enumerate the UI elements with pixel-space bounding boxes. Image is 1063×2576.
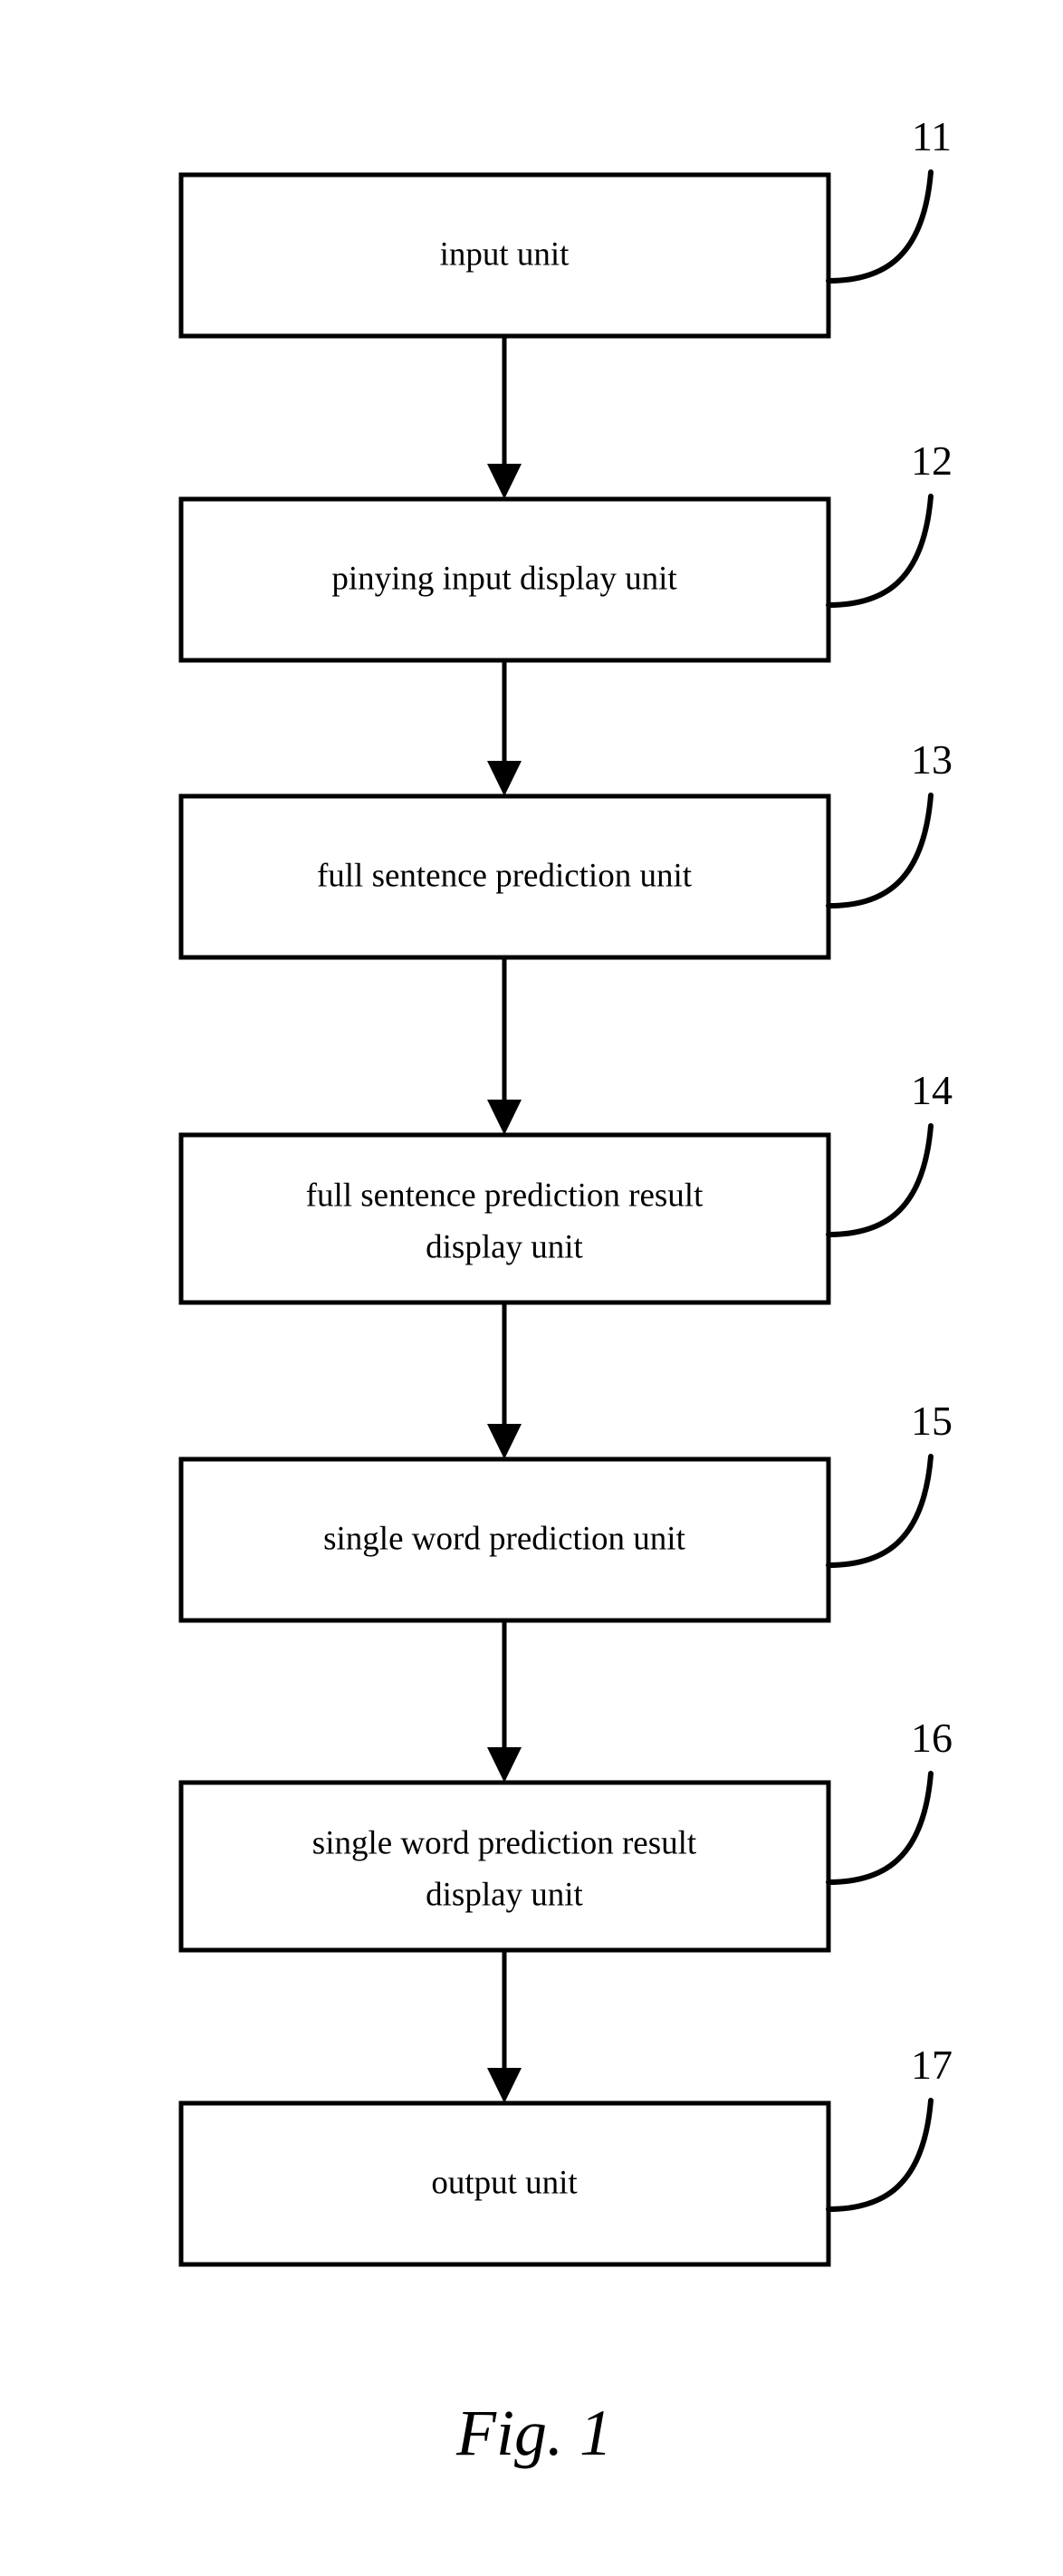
connector-13-to-14-arrowhead bbox=[487, 1100, 522, 1135]
block-14-leader-line bbox=[826, 1123, 934, 1237]
block-14-label-line1: full sentence prediction result bbox=[306, 1177, 704, 1214]
block-15: single word prediction unit 15 bbox=[178, 1398, 953, 1623]
block-16-leader-line bbox=[826, 1771, 934, 1885]
block-13: full sentence prediction unit 13 bbox=[178, 736, 953, 960]
block-11-leader-line bbox=[826, 169, 934, 284]
patent-figure-canvas: input unit 11 pinying input display unit… bbox=[178, 113, 953, 2469]
block-17-label-line1: output unit bbox=[431, 2164, 578, 2201]
block-15-ref-number: 15 bbox=[911, 1398, 953, 1444]
block-12-label-line1: pinying input display unit bbox=[331, 560, 677, 597]
connector-15-to-16 bbox=[487, 1620, 522, 1783]
block-14-box bbox=[178, 1132, 831, 1305]
block-14-label-line2: display unit bbox=[426, 1228, 583, 1265]
block-16-ref-number: 16 bbox=[911, 1715, 953, 1761]
block-12-leader-line bbox=[826, 494, 934, 608]
block-14: full sentence prediction result display … bbox=[178, 1067, 953, 1305]
block-15-leader-line bbox=[826, 1454, 934, 1568]
connector-15-to-16-arrowhead bbox=[487, 1747, 522, 1783]
block-11-label-line1: input unit bbox=[440, 235, 570, 273]
block-14-ref-number: 14 bbox=[911, 1067, 953, 1113]
block-16: single word prediction result display un… bbox=[178, 1715, 953, 1953]
block-12: pinying input display unit 12 bbox=[178, 437, 953, 663]
block-16-box bbox=[178, 1780, 831, 1953]
block-12-ref-number: 12 bbox=[911, 437, 953, 484]
figure-caption: Fig. 1 bbox=[455, 2397, 612, 2469]
block-11-ref-number: 11 bbox=[912, 113, 952, 159]
block-15-label-line1: single word prediction unit bbox=[323, 1520, 685, 1557]
connector-11-to-12 bbox=[487, 336, 522, 499]
block-17-leader-line bbox=[826, 2098, 934, 2212]
connector-14-to-15-arrowhead bbox=[487, 1424, 522, 1459]
connector-13-to-14 bbox=[487, 957, 522, 1135]
block-17: output unit 17 bbox=[178, 2042, 953, 2267]
block-16-label-line1: single word prediction result bbox=[312, 1824, 697, 1861]
connector-11-to-12-arrowhead bbox=[487, 464, 522, 499]
connector-16-to-17-arrowhead bbox=[487, 2068, 522, 2103]
block-13-label-line1: full sentence prediction unit bbox=[317, 857, 693, 894]
block-17-ref-number: 17 bbox=[911, 2042, 953, 2088]
block-13-leader-line bbox=[826, 793, 934, 908]
block-16-label-line2: display unit bbox=[426, 1876, 583, 1913]
block-11: input unit 11 bbox=[178, 113, 952, 339]
connector-12-to-13-arrowhead bbox=[487, 761, 522, 796]
connector-14-to-15 bbox=[487, 1302, 522, 1459]
connector-12-to-13 bbox=[487, 660, 522, 796]
connector-16-to-17 bbox=[487, 1950, 522, 2103]
figure-page: input unit 11 pinying input display unit… bbox=[0, 0, 1063, 2576]
block-13-ref-number: 13 bbox=[911, 736, 953, 783]
